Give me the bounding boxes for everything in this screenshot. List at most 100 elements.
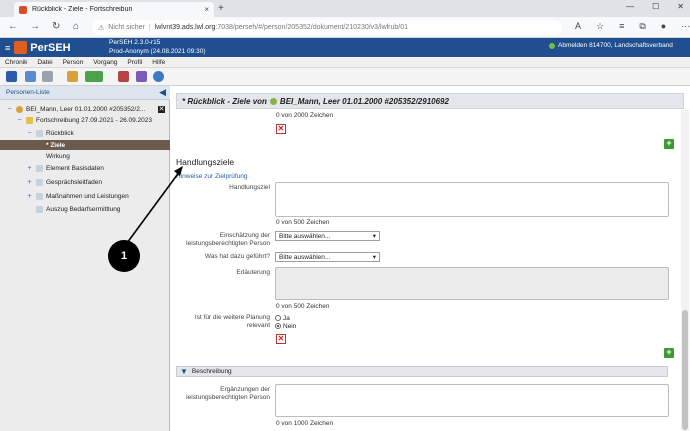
expand-icon[interactable]: + <box>26 165 33 172</box>
tree-label: Wirkung <box>46 152 70 160</box>
favorites-list-icon[interactable]: ≡ <box>619 21 624 32</box>
section-title-handlungsziele: Handlungsziele <box>176 157 235 167</box>
ergaenzungen-textarea[interactable] <box>275 384 669 417</box>
tree-item-gespraechsleitfaden[interactable]: + Gesprächsleitfaden <box>0 177 170 187</box>
dazu-gefuehrt-select[interactable]: Bitte auswählen... ▾ <box>275 252 380 262</box>
tree-label: * Ziele <box>46 141 66 149</box>
add-handlungsziel-button[interactable]: + <box>664 348 674 358</box>
tree-item-massnahmen[interactable]: + Maßnahmen und Leistungen <box>0 191 170 201</box>
tree-item-ziele[interactable]: * Ziele <box>0 140 170 150</box>
help-icon[interactable] <box>153 71 164 82</box>
person-list-header: Personen-Liste ◀ <box>0 86 170 100</box>
tree-item-fortschreibung[interactable]: − Fortschreibung 27.09.2021 - 26.09.2023 <box>0 115 170 125</box>
remove-person-icon[interactable]: ✕ <box>158 105 165 113</box>
document-icon <box>36 205 43 213</box>
tab-title: Rückblick - Ziele - Fortschreibun <box>32 6 133 13</box>
hinweise-link[interactable]: Hinweise zur Zielprüfung <box>176 173 248 180</box>
add-handlungsziel-button[interactable]: + <box>664 139 674 149</box>
beschreibung-section-header[interactable]: ▼ Beschreibung <box>176 366 668 377</box>
collapse-icon[interactable]: − <box>16 117 23 124</box>
erlaeuterung-textarea[interactable] <box>275 267 669 300</box>
page-title-text: * Rückblick - Ziele von <box>182 96 267 106</box>
chevron-down-icon: ▾ <box>372 254 376 261</box>
tree-label: Rückblick <box>46 129 74 137</box>
einschaetzung-select[interactable]: Bitte auswählen... ▾ <box>275 231 380 241</box>
handlungsziel-label: Handlungsziel <box>229 184 270 191</box>
add-document-icon[interactable] <box>85 71 103 82</box>
page-title-person: BEI_Mann, Leer 01.01.2000 #205352/291069… <box>279 96 449 106</box>
delete-icon: ✕ <box>277 334 285 343</box>
app-logo: ≡ PerSEH <box>5 41 71 54</box>
profile-icon[interactable]: ● <box>661 21 666 32</box>
tree-item-auszug[interactable]: Auszug Bedarfsermittlung <box>0 204 170 214</box>
favorite-star-icon[interactable]: ☆ <box>596 21 604 32</box>
tree-item-person[interactable]: − BEI_Mann, Leer 01.01.2000 #205352/2...… <box>0 104 170 114</box>
delete-button[interactable]: ✕ <box>276 124 286 134</box>
browser-tab[interactable]: Rückblick - Ziele - Fortschreibun × <box>14 2 214 17</box>
more-icon[interactable]: ⋯ <box>681 21 690 32</box>
tree-label: Maßnahmen und Leistungen <box>46 192 129 200</box>
save-icon[interactable] <box>6 71 17 82</box>
tree-item-element-basisdaten[interactable]: + Element Basisdaten <box>0 163 170 173</box>
beschreibung-title: Beschreibung <box>191 368 232 375</box>
address-bar[interactable]: ⚠ Nicht sicher | lwlvnt39.ads.lwl.org :7… <box>92 20 562 35</box>
radio-circle[interactable] <box>275 323 281 329</box>
logout-link[interactable]: Abmelden 814700, Landschaftsverband <box>549 42 673 49</box>
version-line: PerSEH 2.3.0-r15 <box>109 39 161 46</box>
print-icon[interactable] <box>42 71 53 82</box>
menu-person[interactable]: Person <box>63 59 84 66</box>
menu-vorgang[interactable]: Vorgang <box>93 59 117 66</box>
delete-icon: ✕ <box>277 124 285 133</box>
collapse-icon[interactable]: − <box>26 130 33 137</box>
person-list-title: Personen-Liste <box>6 89 50 96</box>
menu-hilfe[interactable]: Hilfe <box>152 59 165 66</box>
tab-close-icon[interactable]: × <box>204 5 209 14</box>
hamburger-icon[interactable]: ≡ <box>5 43 10 53</box>
new-tab-button[interactable]: + <box>218 3 224 14</box>
radio-ja[interactable]: Ja <box>275 314 290 322</box>
tree-label: Auszug Bedarfsermittlung <box>46 205 121 213</box>
expand-icon[interactable]: + <box>26 193 33 200</box>
logout-text: Abmelden 814700, Landschaftsverband <box>558 42 673 49</box>
dazu-gefuehrt-label: Was hat dazu geführt? <box>204 253 270 260</box>
collapse-icon[interactable]: − <box>6 106 13 113</box>
menu-bar: Chronik Datei Person Vorgang Profil Hilf… <box>0 57 690 68</box>
person-icon[interactable] <box>67 71 78 82</box>
home-icon[interactable]: ⌂ <box>73 21 79 32</box>
char-counter: 0 von 500 Zeichen <box>276 303 330 310</box>
network-icon[interactable] <box>118 71 129 82</box>
add-icon: + <box>666 347 672 357</box>
handlungsziel-textarea[interactable] <box>275 182 669 217</box>
url-path: :7038/perseh/#/person/205352/dokument/21… <box>215 24 409 31</box>
maximize-icon[interactable]: ☐ <box>652 2 659 11</box>
reload-icon[interactable]: ↻ <box>52 21 60 32</box>
tools-icon[interactable] <box>136 71 147 82</box>
forward-icon[interactable]: → <box>30 21 40 32</box>
menu-chronik[interactable]: Chronik <box>5 59 27 66</box>
tree-label: BEI_Mann, Leer 01.01.2000 #205352/2... <box>26 105 146 113</box>
tree-item-rueckblick[interactable]: − Rückblick <box>0 128 170 138</box>
collections-icon[interactable]: ⧉ <box>639 21 645 32</box>
person-icon <box>269 97 277 105</box>
folder-icon <box>26 116 33 124</box>
url-host: lwlvnt39.ads.lwl.org <box>154 24 216 31</box>
menu-profil[interactable]: Profil <box>127 59 142 66</box>
browser-toolbar: ← → ↻ ⌂ ⚠ Nicht sicher | lwlvnt39.ads.lw… <box>0 17 690 38</box>
collapse-panel-icon[interactable]: ◀ <box>159 87 166 98</box>
tree-item-wirkung[interactable]: Wirkung <box>0 151 170 161</box>
scrollbar-thumb[interactable] <box>682 310 688 430</box>
radio-nein[interactable]: Nein <box>275 322 296 330</box>
expand-icon[interactable]: + <box>26 179 33 186</box>
tree-label: Gesprächsleitfaden <box>46 178 103 186</box>
window-close-icon[interactable]: ✕ <box>677 2 684 11</box>
annotation-callout: 1 <box>108 240 140 272</box>
minimize-icon[interactable]: — <box>626 2 634 11</box>
radio-circle[interactable] <box>275 315 281 321</box>
refresh-icon[interactable] <box>25 71 36 82</box>
favicon-icon <box>19 5 27 14</box>
back-icon[interactable]: ← <box>8 21 18 32</box>
read-aloud-icon[interactable]: A <box>575 21 581 32</box>
menu-datei[interactable]: Datei <box>37 59 52 66</box>
delete-button[interactable]: ✕ <box>276 334 286 344</box>
document-icon <box>36 164 43 172</box>
